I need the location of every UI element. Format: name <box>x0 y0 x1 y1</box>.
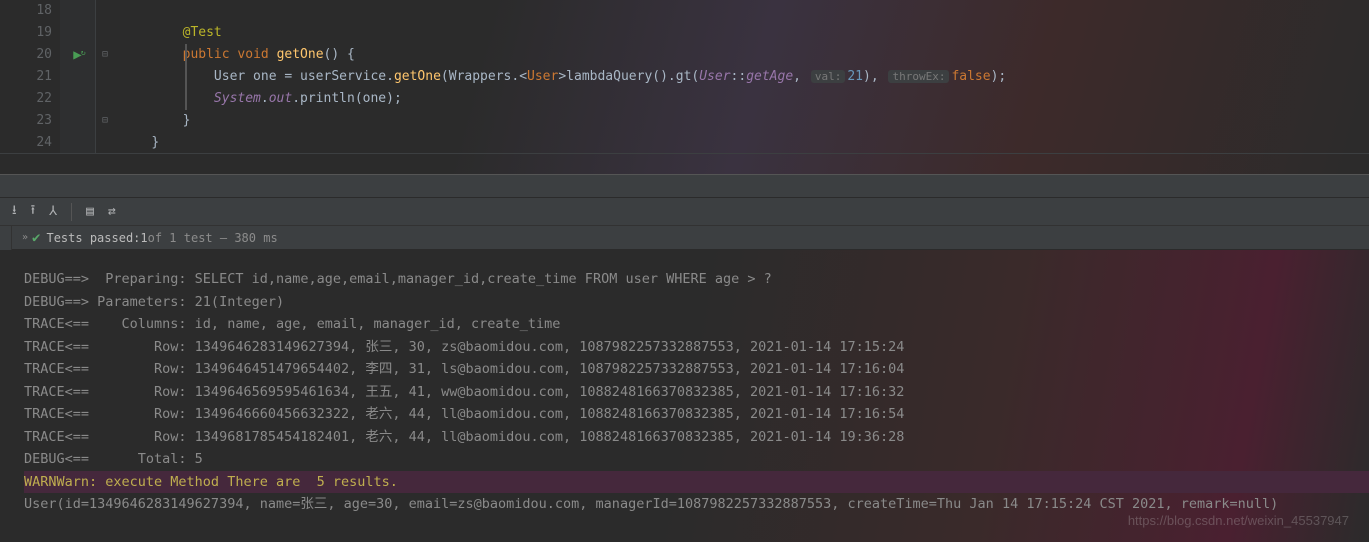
console-line: TRACE<== Row: 1349646283149627394, 张三, 3… <box>24 336 1369 359</box>
check-icon: ✔ <box>32 230 40 246</box>
chevron-icon: » <box>22 232 28 243</box>
watermark: https://blog.csdn.net/weixin_45537947 <box>1128 510 1349 533</box>
run-gutter-icon[interactable]: ▶ <box>60 44 96 66</box>
run-test-icon[interactable]: ▶ <box>73 44 81 66</box>
console-line: TRACE<== Row: 1349646451479654402, 李四, 3… <box>24 358 1369 381</box>
code-line: 22 System.out.println(one); <box>0 88 1369 110</box>
gutter <box>60 22 96 44</box>
code-line: 21 User one = userService.getOne(Wrapper… <box>0 66 1369 88</box>
line-number: 24 <box>0 132 60 153</box>
code-line: 24 } <box>0 132 1369 154</box>
console-line: DEBUG==> Preparing: SELECT id,name,age,e… <box>24 268 1369 291</box>
line-number: 23 <box>0 110 60 132</box>
filter-icon[interactable]: ⅄ <box>49 204 57 219</box>
console-line: TRACE<== Columns: id, name, age, email, … <box>24 313 1369 336</box>
tests-passed-label: Tests passed: <box>46 231 140 245</box>
line-number: 19 <box>0 22 60 44</box>
indent-guide <box>185 44 187 110</box>
console-warning-line: WARNWarn: execute Method There are 5 res… <box>24 471 1369 494</box>
code-line: 20 ▶ ⊟ public void getOne() { <box>0 44 1369 66</box>
console-toolbar: ⭳ ⭱ ⅄ ▤ ⇄ <box>0 198 1369 226</box>
fold-toggle[interactable]: ⊟ <box>96 44 114 66</box>
code-line: 18 <box>0 0 1369 22</box>
line-number: 18 <box>0 0 60 22</box>
test-status-bar: » ✔ Tests passed: 1 of 1 test – 380 ms <box>0 226 1369 250</box>
fold-toggle[interactable]: ⊟ <box>96 110 114 132</box>
settings-icon[interactable]: ⇄ <box>108 204 116 219</box>
line-number: 22 <box>0 88 60 110</box>
line-number: 20 <box>0 44 60 66</box>
console-line: DEBUG<== Total: 5 <box>24 448 1369 471</box>
console-line: DEBUG==> Parameters: 21(Integer) <box>24 291 1369 314</box>
console-line: TRACE<== Row: 1349646660456632322, 老六, 4… <box>24 403 1369 426</box>
console-output[interactable]: DEBUG==> Preparing: SELECT id,name,age,e… <box>0 250 1369 542</box>
annotation: @Test <box>183 25 222 40</box>
inlay-hint: val: <box>811 70 846 83</box>
scroll-up-icon[interactable]: ⭱ <box>31 201 36 223</box>
inlay-hint: throwEx: <box>888 70 949 83</box>
console-line: TRACE<== Row: 1349646569595461634, 王五, 4… <box>24 381 1369 404</box>
layout-icon[interactable]: ▤ <box>86 204 94 219</box>
tests-total-label: of 1 test – 380 ms <box>148 231 278 245</box>
panel-separator[interactable] <box>0 174 1369 198</box>
gutter <box>60 0 96 22</box>
code-line: 19 @Test <box>0 22 1369 44</box>
tests-passed-count: 1 <box>140 231 147 245</box>
code-editor[interactable]: 18 19 @Test 20 ▶ ⊟ public void getOne() … <box>0 0 1369 174</box>
line-number: 21 <box>0 66 60 88</box>
scroll-down-icon[interactable]: ⭳ <box>12 201 17 223</box>
code-line: 23 ⊟ } <box>0 110 1369 132</box>
console-line: TRACE<== Row: 1349681785454182401, 老六, 4… <box>24 426 1369 449</box>
toolbar-separator <box>71 203 72 221</box>
